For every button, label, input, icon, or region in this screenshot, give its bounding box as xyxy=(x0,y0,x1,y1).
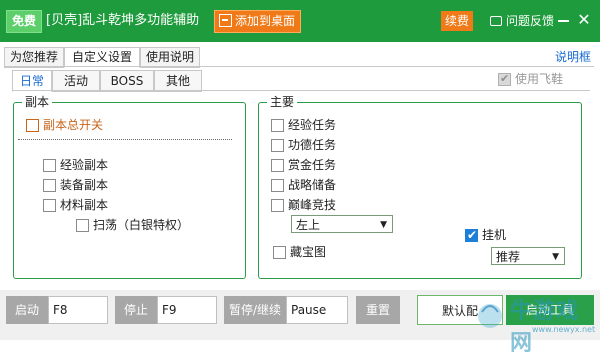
dotted-divider xyxy=(18,139,232,140)
treasure-map-checkbox[interactable]: 藏宝图 xyxy=(273,244,326,260)
material-dungeon-checkbox[interactable]: 材料副本 xyxy=(43,197,108,213)
checkbox-box xyxy=(43,179,56,192)
merit-task-label: 功德任务 xyxy=(288,138,337,152)
start-hotkey-input[interactable]: F8 xyxy=(48,296,108,324)
chat-icon xyxy=(490,16,502,26)
hangup-select[interactable]: 推荐 ▼ xyxy=(491,247,565,265)
exp-task-label: 经验任务 xyxy=(288,118,337,132)
minimize-icon[interactable] xyxy=(558,20,569,22)
checkbox-box xyxy=(465,227,478,243)
flying-shoes-label: 使用飞鞋 xyxy=(515,72,564,86)
subtab-other[interactable]: 其他 xyxy=(154,70,202,92)
bounty-task-label: 赏金任务 xyxy=(288,158,337,172)
exp-task-checkbox[interactable]: 经验任务 xyxy=(271,117,336,133)
reset-button[interactable]: 重置 xyxy=(356,296,400,324)
bounty-task-checkbox[interactable]: 赏金任务 xyxy=(271,157,336,173)
watermark-url: www.newyx.net xyxy=(532,325,596,334)
material-dungeon-label: 材料副本 xyxy=(60,198,109,212)
subtab-divider xyxy=(12,90,590,91)
dropdown-arrow-icon: ▼ xyxy=(552,252,559,262)
hangup-checkbox[interactable]: 挂机 xyxy=(465,227,506,243)
title-bar: 免费 [贝壳]乱斗乾坤多功能辅助 添加到桌面 续费 问题反馈 ✕ xyxy=(0,0,600,42)
tab-custom-settings[interactable]: 自定义设置 xyxy=(64,47,140,68)
hangup-select-value: 推荐 xyxy=(496,250,521,264)
equip-dungeon-label: 装备副本 xyxy=(60,178,109,192)
checkbox-box xyxy=(271,159,284,172)
checkbox-box xyxy=(26,119,39,132)
dungeon-group-title: 副本 xyxy=(22,94,53,110)
strategic-reserve-label: 战略储备 xyxy=(288,178,337,192)
subtab-activity[interactable]: 活动 xyxy=(52,70,100,92)
dropdown-arrow-icon: ▼ xyxy=(380,220,387,230)
add-to-desktop-button[interactable]: 添加到桌面 xyxy=(214,10,302,33)
main-group-title: 主要 xyxy=(267,94,298,110)
strategic-reserve-checkbox[interactable]: 战略储备 xyxy=(271,177,336,193)
subtab-boss[interactable]: BOSS xyxy=(100,70,154,92)
stop-hotkey-input[interactable]: F9 xyxy=(157,296,217,324)
feedback-button[interactable]: 问题反馈 xyxy=(490,11,554,31)
free-badge: 免费 xyxy=(6,10,43,33)
manual-link[interactable]: 说明框 xyxy=(555,48,591,65)
add-desktop-icon xyxy=(219,14,232,27)
equip-dungeon-checkbox[interactable]: 装备副本 xyxy=(43,177,108,193)
stop-hotkey-label: 停止 xyxy=(115,296,157,324)
position-select[interactable]: 左上 ▼ xyxy=(291,215,393,233)
app-title: [贝壳]乱斗乾坤多功能辅助 xyxy=(46,13,200,28)
checkbox-box xyxy=(43,199,56,212)
checkbox-box xyxy=(271,199,284,212)
checkbox-box xyxy=(271,139,284,152)
checkbox-box xyxy=(498,71,511,87)
add-desktop-label: 添加到桌面 xyxy=(235,14,296,28)
sweep-checkbox[interactable]: 扫荡（白银特权） xyxy=(76,217,189,233)
dungeon-master-label: 副本总开关 xyxy=(43,118,104,132)
start-hotkey-label: 启动 xyxy=(6,296,48,324)
treasure-map-label: 藏宝图 xyxy=(290,245,327,259)
feedback-label: 问题反馈 xyxy=(506,14,555,28)
tab-instructions[interactable]: 使用说明 xyxy=(140,47,200,68)
close-icon[interactable]: ✕ xyxy=(576,10,592,30)
checkbox-box xyxy=(76,219,89,232)
exp-dungeon-checkbox[interactable]: 经验副本 xyxy=(43,157,108,173)
use-flying-shoes-checkbox[interactable]: 使用飞鞋 xyxy=(498,71,563,87)
checkbox-box xyxy=(43,159,56,172)
peak-arena-checkbox[interactable]: 巅峰竞技 xyxy=(271,197,336,213)
pause-hotkey-label: 暂停/继续 xyxy=(224,296,286,324)
checkbox-box xyxy=(271,119,284,132)
subtab-daily[interactable]: 日常 xyxy=(12,70,52,92)
checkbox-box xyxy=(271,179,284,192)
position-select-value: 左上 xyxy=(296,218,321,232)
peak-arena-label: 巅峰竞技 xyxy=(288,198,337,212)
hangup-label: 挂机 xyxy=(482,228,507,242)
tab-recommend[interactable]: 为您推荐 xyxy=(4,47,64,68)
renew-button[interactable]: 续费 xyxy=(441,11,473,31)
checkbox-box xyxy=(273,246,286,259)
exp-dungeon-label: 经验副本 xyxy=(60,158,109,172)
dungeon-master-switch[interactable]: 副本总开关 xyxy=(26,117,103,133)
merit-task-checkbox[interactable]: 功德任务 xyxy=(271,137,336,153)
pause-hotkey-input[interactable]: Pause xyxy=(286,296,348,324)
default-config-button[interactable]: 默认配 xyxy=(417,295,503,325)
tab-divider xyxy=(4,66,594,67)
sweep-label: 扫荡（白银特权） xyxy=(93,218,190,232)
